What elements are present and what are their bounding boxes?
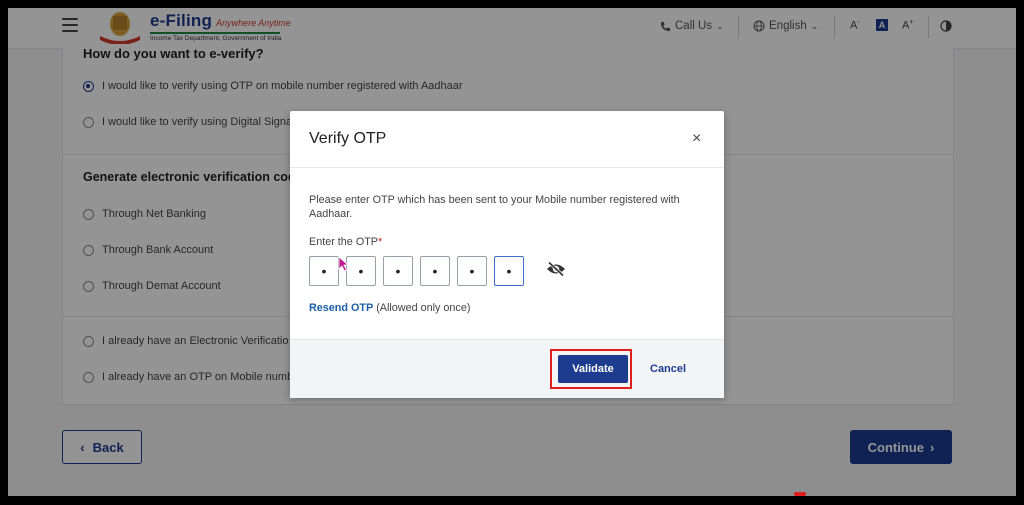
otp-instructions: Please enter OTP which has been sent to … <box>309 194 680 220</box>
recording-indicator <box>794 492 806 496</box>
modal-title: Verify OTP <box>309 130 387 147</box>
otp-digit-4[interactable]: • <box>420 256 450 286</box>
resend-row: Resend OTP (Allowed only once) <box>309 302 470 314</box>
mouse-cursor-icon <box>338 256 350 272</box>
modal-divider <box>290 167 724 168</box>
modal-footer: Validate Cancel <box>290 339 724 398</box>
otp-label: Enter the OTP* <box>309 236 382 248</box>
otp-digit-6[interactable]: • <box>494 256 524 286</box>
otp-digit-2[interactable]: • <box>346 256 376 286</box>
close-icon[interactable]: × <box>692 130 701 148</box>
required-mark: * <box>378 236 383 248</box>
otp-digit-5[interactable]: • <box>457 256 487 286</box>
otp-digit-1[interactable]: • <box>309 256 339 286</box>
validate-button[interactable]: Validate <box>558 355 628 383</box>
resend-note: (Allowed only once) <box>376 302 471 314</box>
verify-otp-modal: Verify OTP × Please enter OTP which has … <box>290 111 724 398</box>
screen: e-Filing Anywhere Anytime Income Tax Depa… <box>8 8 1016 496</box>
cancel-button[interactable]: Cancel <box>650 363 686 375</box>
otp-label-text: Enter the OTP <box>309 236 379 248</box>
resend-otp-link[interactable]: Resend OTP <box>309 302 373 314</box>
otp-digit-3[interactable]: • <box>383 256 413 286</box>
eye-off-icon[interactable] <box>546 261 566 277</box>
